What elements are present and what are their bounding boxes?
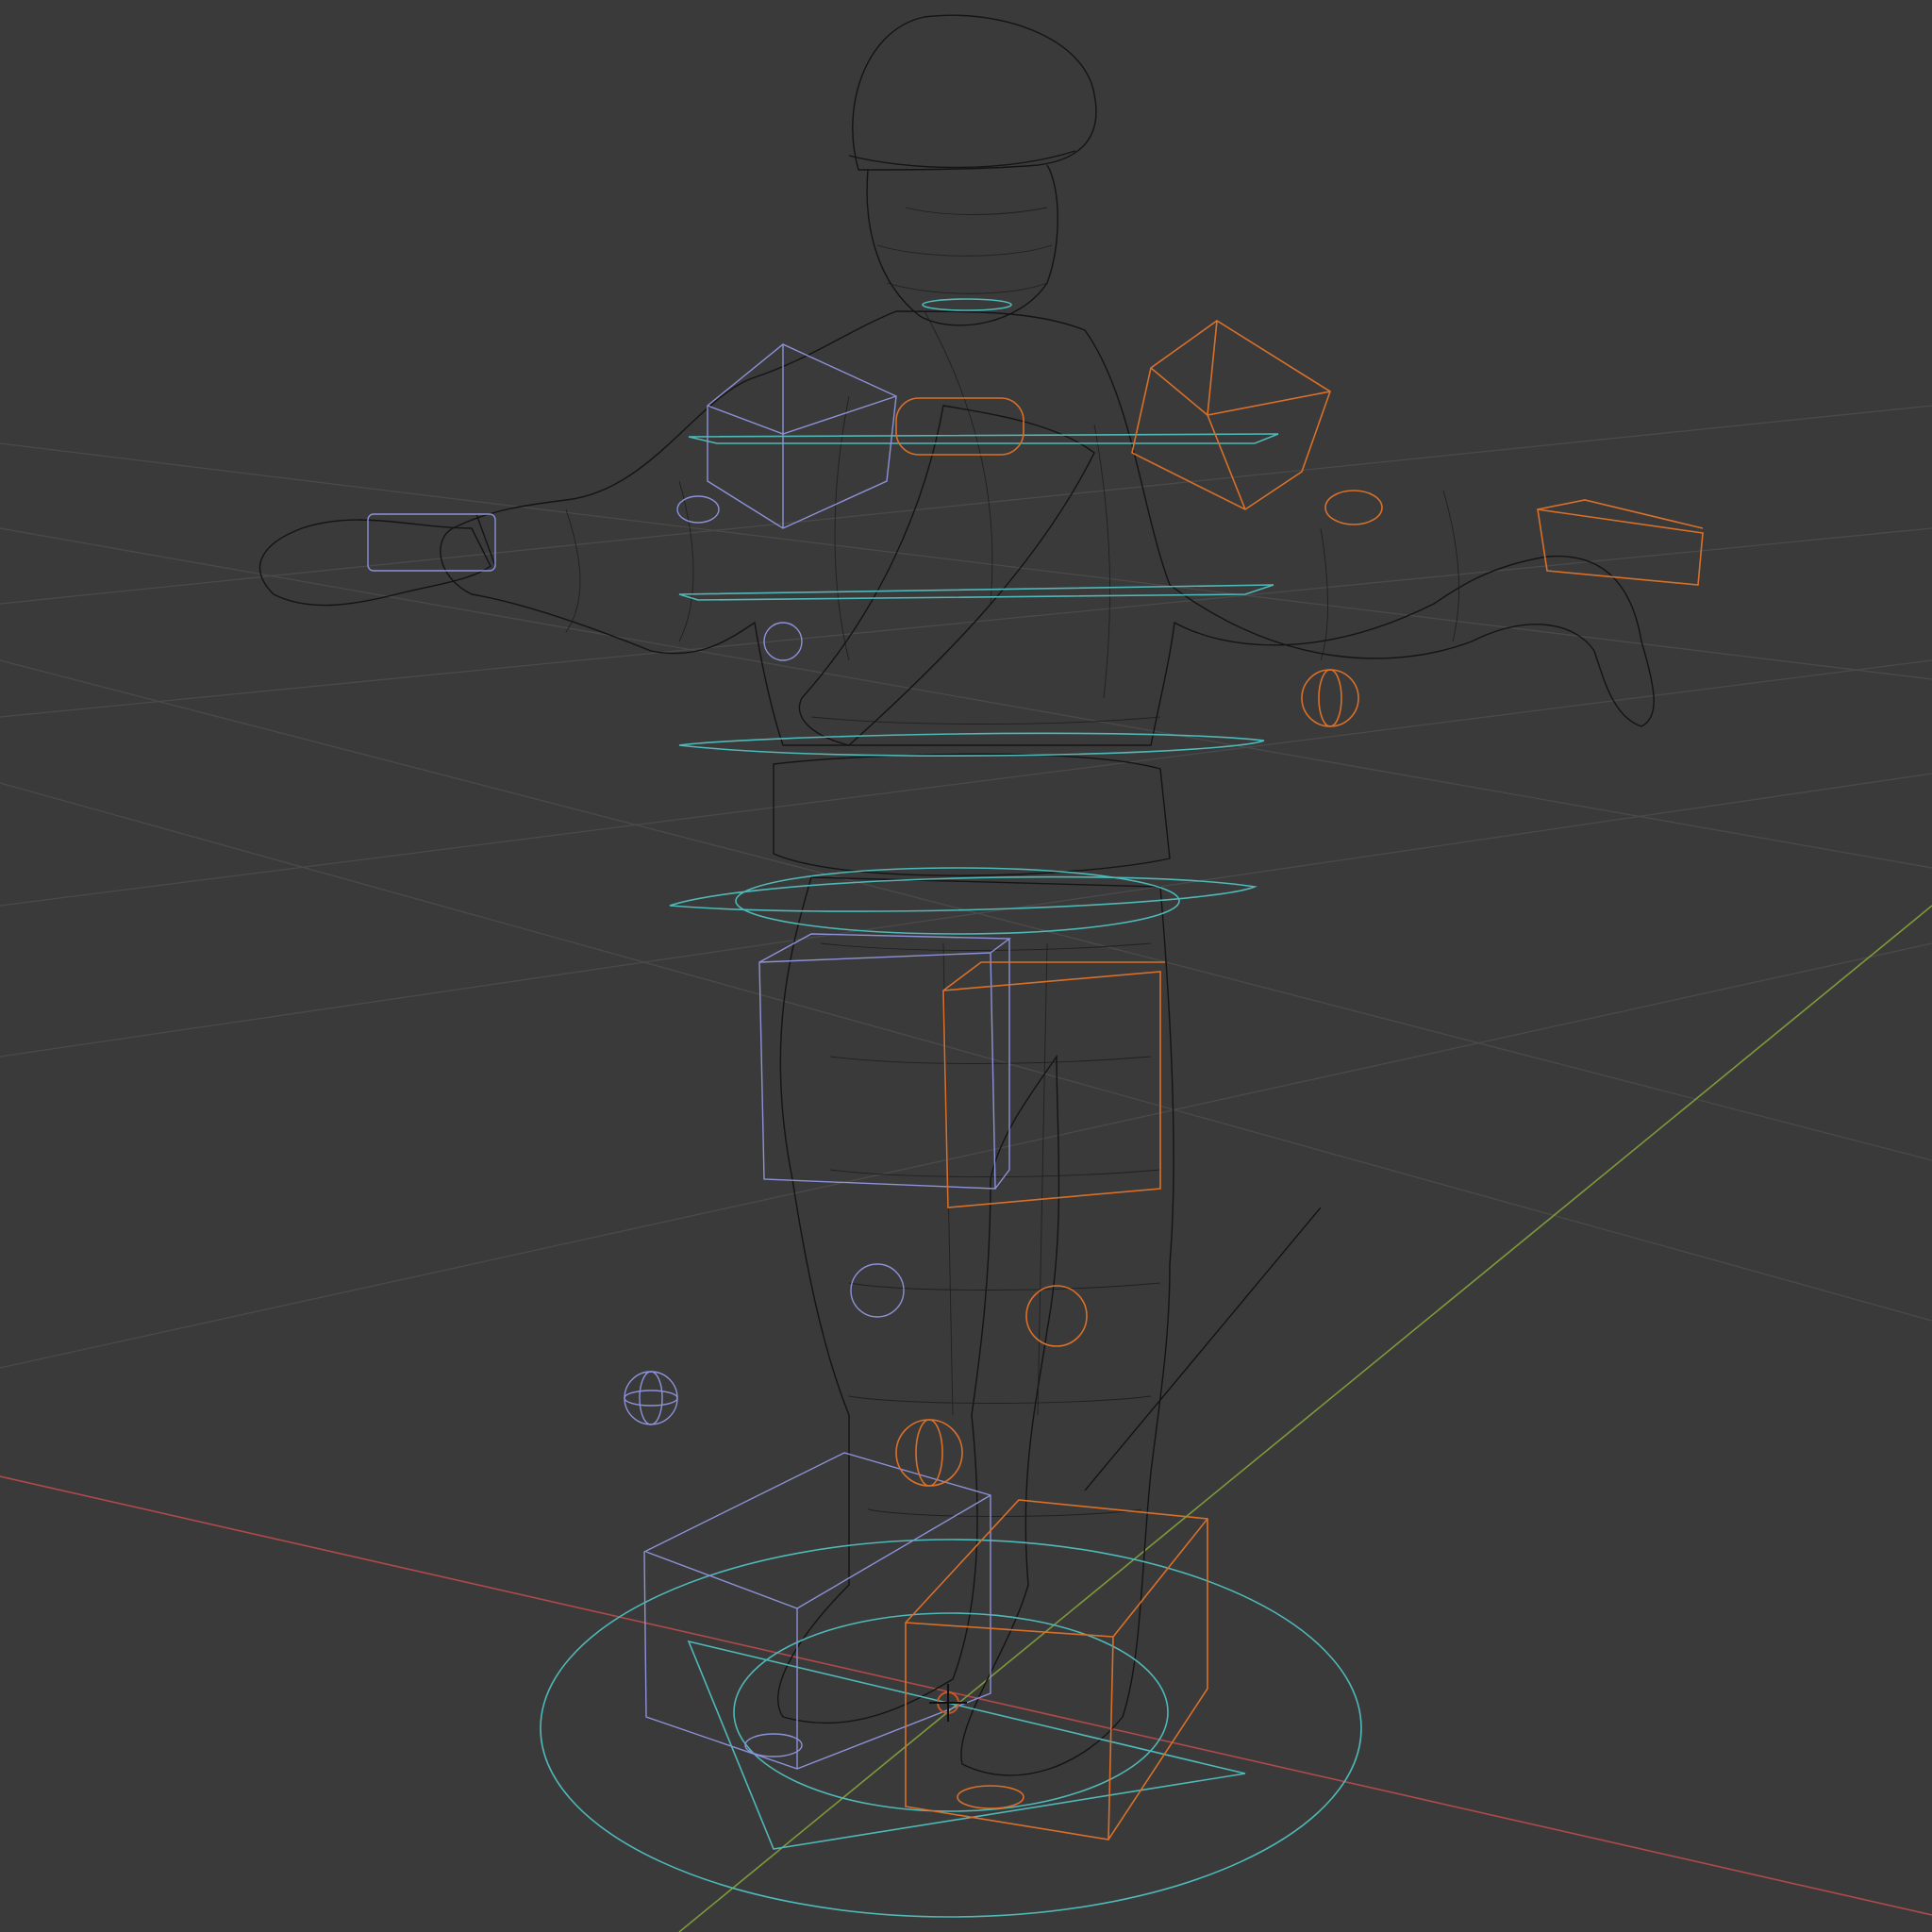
- character-mesh[interactable]: [258, 14, 1655, 1776]
- floor-grid: [0, 405, 1932, 1369]
- x-axis-line: [0, 1475, 1932, 1916]
- y-axis-line: [678, 905, 1932, 1932]
- 3d-viewport[interactable]: [0, 0, 1932, 1932]
- right-side-controls[interactable]: [895, 320, 1704, 1840]
- left-side-controls[interactable]: [367, 343, 1012, 1770]
- light-direction-line: [1084, 1207, 1322, 1491]
- root-control-circle: [540, 1539, 1362, 1918]
- torso-controls[interactable]: [540, 298, 1362, 1918]
- viewport-canvas[interactable]: [0, 0, 1932, 1932]
